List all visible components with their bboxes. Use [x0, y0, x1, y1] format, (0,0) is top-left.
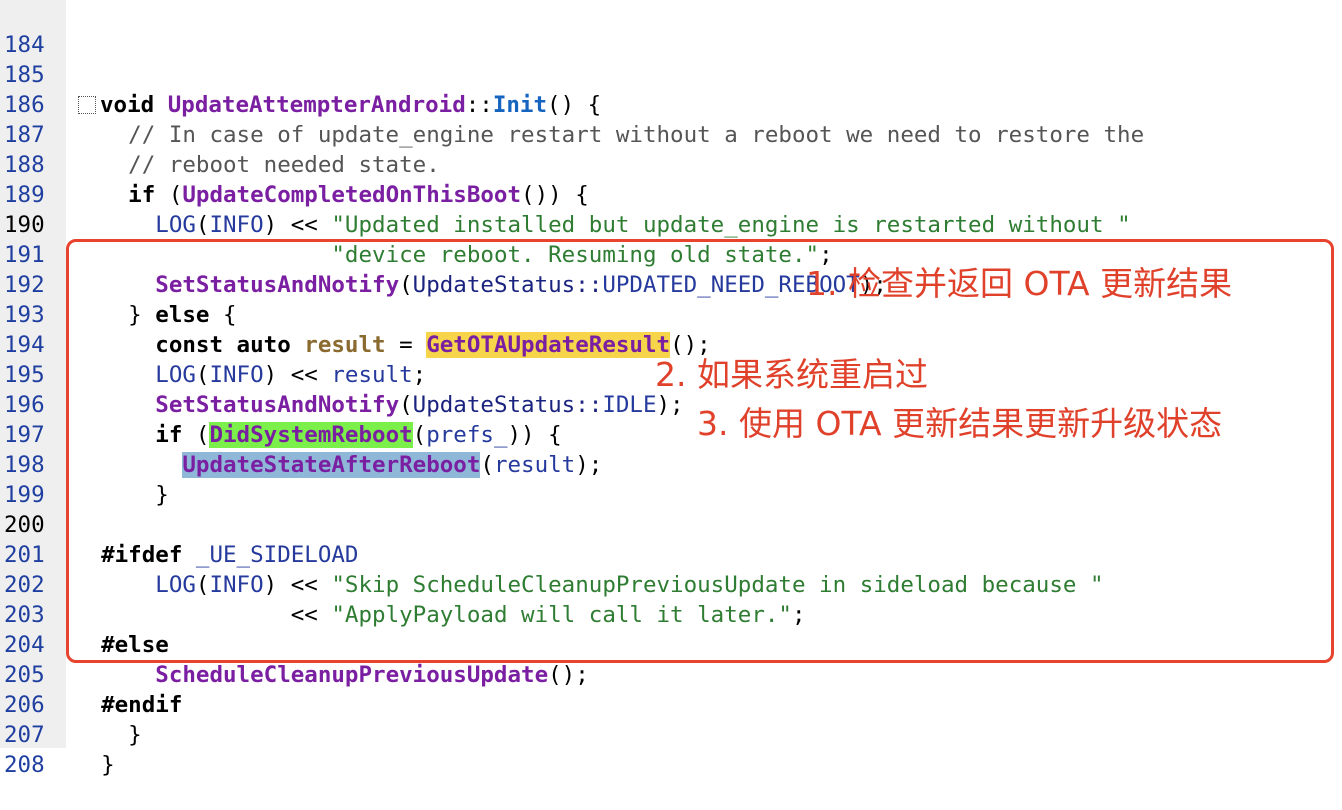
code-line: 189 LOG(INFO) << "Updated installed but … — [0, 150, 1342, 238]
code-line: 208 — [0, 720, 1342, 778]
code-line: 185 void UpdateAttempterAndroid::Init() … — [0, 30, 1342, 118]
code-line: 187 // reboot needed state. — [0, 90, 1342, 178]
line-number: 208 — [4, 752, 45, 778]
code-line: 186 // In case of update_engine restart … — [0, 60, 1342, 148]
code-line: 207 } — [0, 690, 1342, 778]
annotation-2: 2. 如果系统重启过 — [655, 355, 928, 394]
annotation-3: 3. 使用 OTA 更新结果更新升级状态 — [697, 404, 1223, 443]
annotation-1: 1. 检查并返回 OTA 更新结果 — [806, 264, 1233, 303]
code-token: } — [74, 752, 115, 778]
code-line: 191 SetStatusAndNotify(UpdateStatus::UPD… — [0, 210, 1342, 298]
code-line: 184 — [0, 0, 1342, 58]
code-line: 188 if (UpdateCompletedOnThisBoot()) { — [0, 120, 1342, 208]
code-line: 206 } — [0, 660, 1342, 748]
code-line: 190 "device reboot. Resuming old state."… — [0, 180, 1342, 268]
